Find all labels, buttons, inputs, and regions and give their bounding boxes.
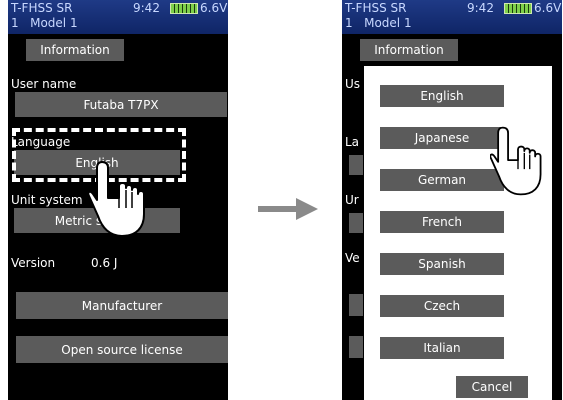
model-label: Model 1 [364,16,412,30]
voltage: 6.6V [200,1,228,15]
tab-information[interactable]: Information [360,39,458,61]
battery-icon [504,3,532,14]
cancel-button[interactable]: Cancel [456,376,528,398]
manufacturer-button[interactable]: Manufacturer [16,292,228,319]
clock: 9:42 [467,1,494,15]
version-value: 0.6 J [91,256,118,270]
bg-button-fragment [349,155,363,175]
hand-pointer-icon [88,161,145,237]
open-source-license-button[interactable]: Open source license [16,336,228,363]
bg-fragment-language: La [345,135,360,149]
model-label: Model 1 [30,16,78,30]
status-bar: T-FHSS SR 1 Model 1 9:42 6.6V [8,0,228,34]
right-arrow-icon [258,198,318,220]
bg-button-fragment [349,336,363,358]
model-index: 1 [345,16,353,30]
option-french[interactable]: French [380,211,504,233]
bg-fragment-unit: Ur [345,193,359,207]
tab-information[interactable]: Information [26,39,124,61]
system-name: T-FHSS SR [11,1,73,15]
bg-fragment-version: Ve [345,251,360,265]
option-italian[interactable]: Italian [380,337,504,359]
screen-after: T-FHSS SR 1 Model 1 9:42 6.6V Informatio… [342,0,562,400]
user-name-button[interactable]: Futaba T7PX [15,92,227,117]
option-spanish[interactable]: Spanish [380,253,504,275]
hand-pointer-icon [490,126,542,196]
screen-before: T-FHSS SR 1 Model 1 9:42 6.6V Informatio… [8,0,228,400]
model-name: 1 Model 1 [345,16,412,30]
status-bar: T-FHSS SR 1 Model 1 9:42 6.6V [342,0,562,34]
bg-button-fragment [349,213,363,233]
system-name: T-FHSS SR [345,1,407,15]
model-index: 1 [11,16,19,30]
voltage: 6.6V [534,1,562,15]
version-label: Version [11,256,56,270]
bg-button-fragment [349,294,363,316]
unit-system-label: Unit system [11,193,83,207]
battery-icon [170,3,198,14]
option-german[interactable]: German [380,169,504,191]
user-name-label: User name [11,77,77,91]
option-english[interactable]: English [380,85,504,107]
model-name: 1 Model 1 [11,16,78,30]
bg-fragment-user: Us [345,77,361,91]
option-czech[interactable]: Czech [380,295,504,317]
clock: 9:42 [133,1,160,15]
